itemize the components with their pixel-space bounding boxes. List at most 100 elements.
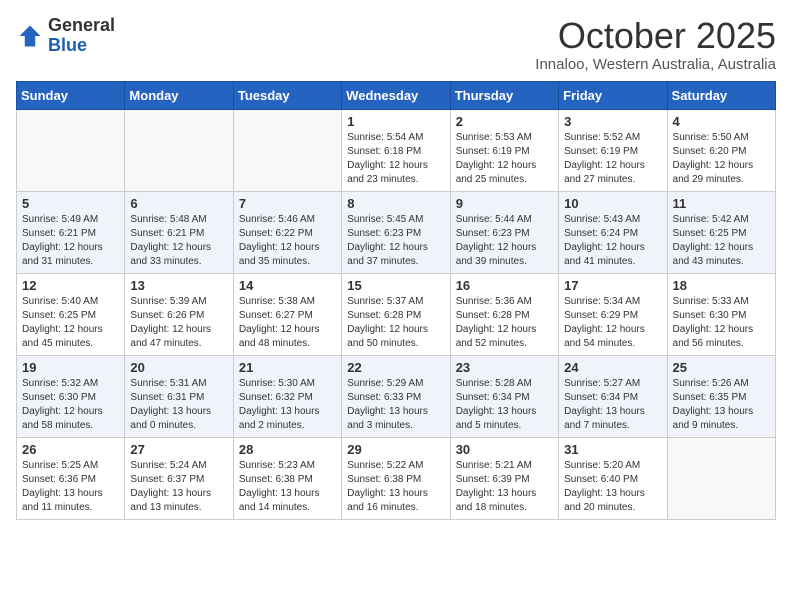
day-cell: 31 Sunrise: 5:20 AM Sunset: 6:40 PM Dayli… — [559, 437, 667, 519]
day-info: Sunrise: 5:44 AM Sunset: 6:23 PM Dayligh… — [456, 213, 553, 269]
logo-general: General — [48, 15, 115, 35]
calendar-table: SundayMondayTuesdayWednesdayThursdayFrid… — [16, 81, 776, 520]
day-cell: 6 Sunrise: 5:48 AM Sunset: 6:21 PM Daylig… — [125, 191, 233, 273]
weekday-header-tuesday: Tuesday — [233, 81, 341, 109]
day-info: Sunrise: 5:34 AM Sunset: 6:29 PM Dayligh… — [564, 295, 661, 351]
day-info: Sunrise: 5:46 AM Sunset: 6:22 PM Dayligh… — [239, 213, 336, 269]
day-number: 2 — [456, 114, 553, 129]
day-info: Sunrise: 5:28 AM Sunset: 6:34 PM Dayligh… — [456, 377, 553, 433]
logo-blue: Blue — [48, 35, 87, 55]
day-info: Sunrise: 5:31 AM Sunset: 6:31 PM Dayligh… — [130, 377, 227, 433]
day-cell: 10Sunrise: 5:43 AM Sunset: 6:24 PM Dayli… — [559, 191, 667, 273]
weekday-header-thursday: Thursday — [450, 81, 558, 109]
day-info: Sunrise: 5:24 AM Sunset: 6:37 PM Dayligh… — [130, 459, 227, 515]
day-number: 22 — [347, 360, 444, 375]
calendar-title: October 2025 — [535, 16, 776, 56]
day-cell: 14 Sunrise: 5:38 AM Sunset: 6:27 PM Dayli… — [233, 273, 341, 355]
day-info: Sunrise: 5:27 AM Sunset: 6:34 PM Dayligh… — [564, 377, 661, 433]
day-number: 11 — [673, 196, 770, 211]
day-info: Sunrise: 5:25 AM Sunset: 6:36 PM Dayligh… — [22, 459, 119, 515]
day-cell: 24 Sunrise: 5:27 AM Sunset: 6:34 PM Dayli… — [559, 355, 667, 437]
day-cell: 3Sunrise: 5:52 AM Sunset: 6:19 PM Daylig… — [559, 109, 667, 191]
weekday-header-sunday: Sunday — [17, 81, 125, 109]
day-number: 7 — [239, 196, 336, 211]
day-cell: 15 Sunrise: 5:37 AM Sunset: 6:28 PM Dayli… — [342, 273, 450, 355]
day-info: Sunrise: 5:29 AM Sunset: 6:33 PM Dayligh… — [347, 377, 444, 433]
day-info: Sunrise: 5:30 AM Sunset: 6:32 PM Dayligh… — [239, 377, 336, 433]
day-number: 3 — [564, 114, 661, 129]
weekday-header-friday: Friday — [559, 81, 667, 109]
day-cell: 7 Sunrise: 5:46 AM Sunset: 6:22 PM Daylig… — [233, 191, 341, 273]
page-header: General Blue October 2025 Innaloo, Weste… — [16, 16, 776, 73]
week-row-1: 1 Sunrise: 5:54 AM Sunset: 6:18 PM Daylig… — [17, 109, 776, 191]
day-cell: 9 Sunrise: 5:44 AM Sunset: 6:23 PM Daylig… — [450, 191, 558, 273]
day-number: 1 — [347, 114, 444, 129]
day-number: 6 — [130, 196, 227, 211]
day-info: Sunrise: 5:22 AM Sunset: 6:38 PM Dayligh… — [347, 459, 444, 515]
day-info: Sunrise: 5:49 AM Sunset: 6:21 PM Dayligh… — [22, 213, 119, 269]
weekday-header-wednesday: Wednesday — [342, 81, 450, 109]
day-cell: 8Sunrise: 5:45 AM Sunset: 6:23 PM Daylig… — [342, 191, 450, 273]
day-number: 30 — [456, 442, 553, 457]
day-cell: 1 Sunrise: 5:54 AM Sunset: 6:18 PM Daylig… — [342, 109, 450, 191]
day-cell: 27 Sunrise: 5:24 AM Sunset: 6:37 PM Dayli… — [125, 437, 233, 519]
week-row-2: 5Sunrise: 5:49 AM Sunset: 6:21 PM Daylig… — [17, 191, 776, 273]
day-number: 23 — [456, 360, 553, 375]
day-cell: 17 Sunrise: 5:34 AM Sunset: 6:29 PM Dayli… — [559, 273, 667, 355]
day-cell: 25 Sunrise: 5:26 AM Sunset: 6:35 PM Dayli… — [667, 355, 775, 437]
day-number: 8 — [347, 196, 444, 211]
day-cell: 13 Sunrise: 5:39 AM Sunset: 6:26 PM Dayli… — [125, 273, 233, 355]
day-cell: 21 Sunrise: 5:30 AM Sunset: 6:32 PM Dayli… — [233, 355, 341, 437]
weekday-header-saturday: Saturday — [667, 81, 775, 109]
day-number: 29 — [347, 442, 444, 457]
calendar-subtitle: Innaloo, Western Australia, Australia — [535, 56, 776, 73]
day-info: Sunrise: 5:54 AM Sunset: 6:18 PM Dayligh… — [347, 131, 444, 187]
day-cell: 22 Sunrise: 5:29 AM Sunset: 6:33 PM Dayli… — [342, 355, 450, 437]
week-row-4: 19Sunrise: 5:32 AM Sunset: 6:30 PM Dayli… — [17, 355, 776, 437]
day-cell: 26Sunrise: 5:25 AM Sunset: 6:36 PM Dayli… — [17, 437, 125, 519]
day-number: 16 — [456, 278, 553, 293]
day-info: Sunrise: 5:48 AM Sunset: 6:21 PM Dayligh… — [130, 213, 227, 269]
day-number: 28 — [239, 442, 336, 457]
day-cell: 18Sunrise: 5:33 AM Sunset: 6:30 PM Dayli… — [667, 273, 775, 355]
day-info: Sunrise: 5:37 AM Sunset: 6:28 PM Dayligh… — [347, 295, 444, 351]
day-number: 24 — [564, 360, 661, 375]
day-number: 9 — [456, 196, 553, 211]
weekday-header-row: SundayMondayTuesdayWednesdayThursdayFrid… — [17, 81, 776, 109]
title-block: October 2025 Innaloo, Western Australia,… — [535, 16, 776, 73]
day-cell — [233, 109, 341, 191]
day-cell: 4Sunrise: 5:50 AM Sunset: 6:20 PM Daylig… — [667, 109, 775, 191]
day-cell: 5Sunrise: 5:49 AM Sunset: 6:21 PM Daylig… — [17, 191, 125, 273]
day-number: 14 — [239, 278, 336, 293]
day-number: 21 — [239, 360, 336, 375]
day-cell: 28Sunrise: 5:23 AM Sunset: 6:38 PM Dayli… — [233, 437, 341, 519]
day-cell: 16 Sunrise: 5:36 AM Sunset: 6:28 PM Dayli… — [450, 273, 558, 355]
day-number: 4 — [673, 114, 770, 129]
day-cell: 11 Sunrise: 5:42 AM Sunset: 6:25 PM Dayli… — [667, 191, 775, 273]
day-info: Sunrise: 5:38 AM Sunset: 6:27 PM Dayligh… — [239, 295, 336, 351]
day-cell: 29 Sunrise: 5:22 AM Sunset: 6:38 PM Dayli… — [342, 437, 450, 519]
day-cell — [17, 109, 125, 191]
day-info: Sunrise: 5:42 AM Sunset: 6:25 PM Dayligh… — [673, 213, 770, 269]
day-info: Sunrise: 5:40 AM Sunset: 6:25 PM Dayligh… — [22, 295, 119, 351]
day-info: Sunrise: 5:36 AM Sunset: 6:28 PM Dayligh… — [456, 295, 553, 351]
week-row-5: 26Sunrise: 5:25 AM Sunset: 6:36 PM Dayli… — [17, 437, 776, 519]
day-number: 25 — [673, 360, 770, 375]
weekday-header-monday: Monday — [125, 81, 233, 109]
logo-text: General Blue — [48, 16, 115, 56]
day-number: 20 — [130, 360, 227, 375]
day-cell: 12 Sunrise: 5:40 AM Sunset: 6:25 PM Dayli… — [17, 273, 125, 355]
day-number: 12 — [22, 278, 119, 293]
day-number: 13 — [130, 278, 227, 293]
day-number: 27 — [130, 442, 227, 457]
day-info: Sunrise: 5:20 AM Sunset: 6:40 PM Dayligh… — [564, 459, 661, 515]
day-info: Sunrise: 5:43 AM Sunset: 6:24 PM Dayligh… — [564, 213, 661, 269]
day-info: Sunrise: 5:39 AM Sunset: 6:26 PM Dayligh… — [130, 295, 227, 351]
day-number: 31 — [564, 442, 661, 457]
day-number: 17 — [564, 278, 661, 293]
day-cell: 2Sunrise: 5:53 AM Sunset: 6:19 PM Daylig… — [450, 109, 558, 191]
day-info: Sunrise: 5:26 AM Sunset: 6:35 PM Dayligh… — [673, 377, 770, 433]
day-number: 15 — [347, 278, 444, 293]
day-cell: 23 Sunrise: 5:28 AM Sunset: 6:34 PM Dayli… — [450, 355, 558, 437]
day-cell — [125, 109, 233, 191]
